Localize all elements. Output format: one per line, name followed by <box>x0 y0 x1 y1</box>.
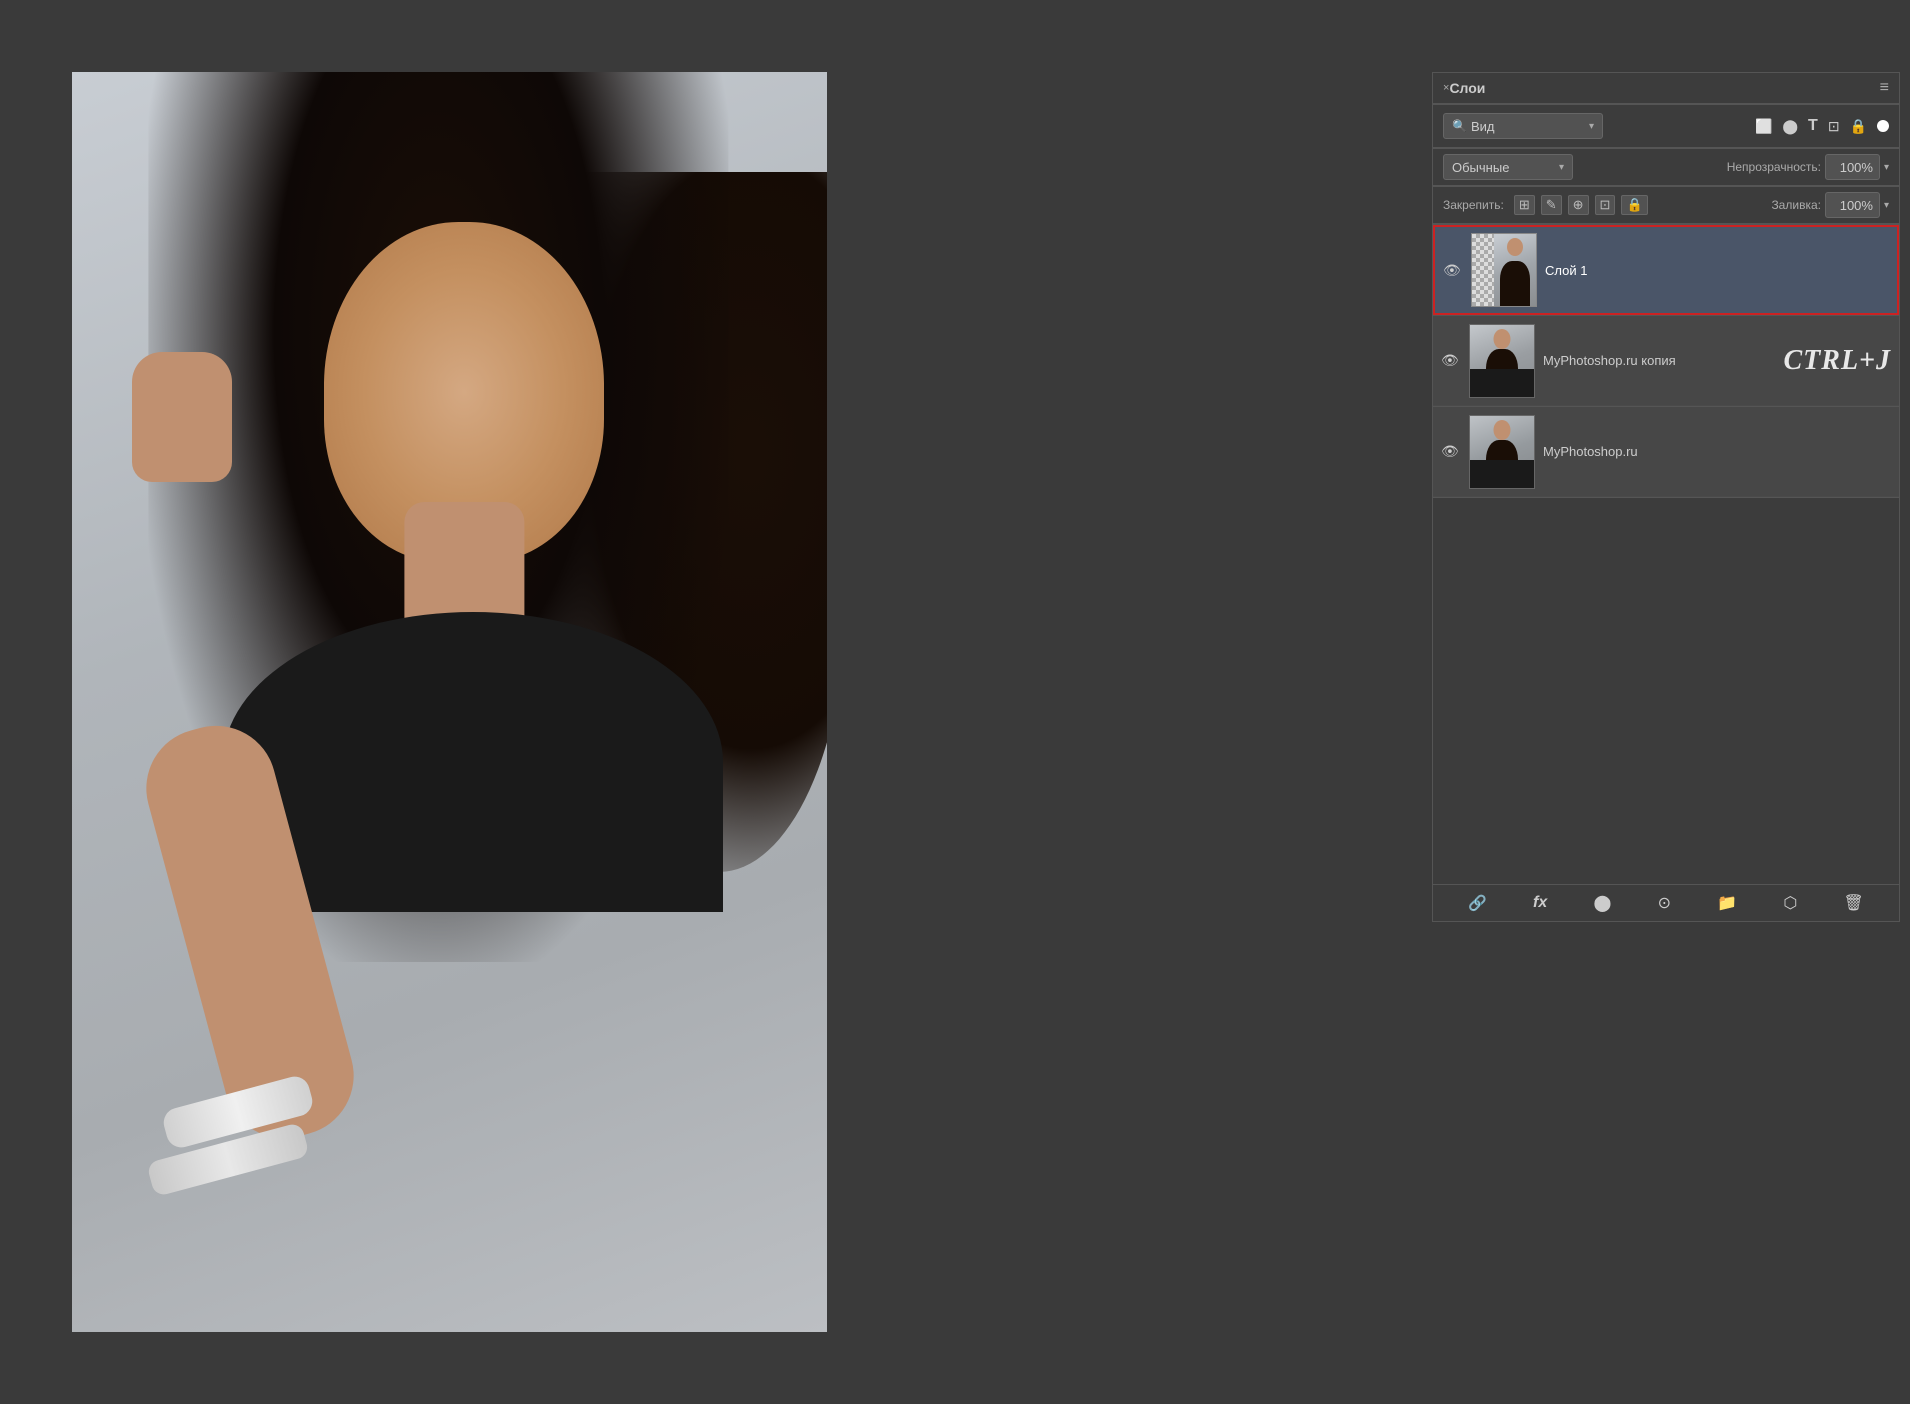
layer2-thumbnail <box>1469 324 1535 398</box>
delete-layer-button[interactable]: 🗑 <box>1844 893 1864 913</box>
blend-mode-dropdown[interactable]: Обычные ▾ <box>1443 154 1573 180</box>
lock-brush-btn[interactable]: ✎ <box>1541 195 1562 215</box>
lock-label: Закрепить: <box>1443 198 1504 212</box>
thumb2-clothing <box>1470 369 1534 396</box>
opacity-label: Непрозрачность: <box>1727 160 1821 174</box>
hand <box>132 352 232 482</box>
lock-pixels-btn[interactable]: ⊞ <box>1514 195 1535 215</box>
fill-value[interactable]: 100% <box>1825 192 1880 218</box>
layer-item-1[interactable]: 👁 Слой 1 <box>1433 225 1899 315</box>
panel-menu-icon[interactable]: ≡ <box>1880 79 1889 97</box>
layer3-thumbnail <box>1469 415 1535 489</box>
canvas-image <box>72 72 827 1332</box>
filter-icon-adjustment[interactable]: ⬤ <box>1782 118 1798 135</box>
layer2-name: MyPhotoshop.ru копия <box>1543 353 1775 368</box>
filter-icon-image[interactable]: ⬜ <box>1755 118 1772 135</box>
filter-icon-shape[interactable]: ⊡ <box>1828 118 1840 135</box>
fill-label: Заливка: <box>1771 198 1821 212</box>
filter-icons: ⬜ ⬤ T ⊡ 🔒 <box>1755 117 1889 135</box>
view-dropdown-label: Вид <box>1471 119 1495 134</box>
thumb-figure <box>1500 261 1530 306</box>
filter-row: 🔍 Вид ▾ ⬜ ⬤ T ⊡ 🔒 <box>1433 105 1899 148</box>
thumb-photo-area <box>1494 234 1536 306</box>
canvas-area <box>72 72 827 1332</box>
layer3-name: MyPhotoshop.ru <box>1543 444 1891 459</box>
app-layout: × Слои ≡ 🔍 Вид ▾ ⬜ ⬤ T ⊡ 🔒 <box>0 0 1910 1404</box>
lock-artboard-btn[interactable]: ⊡ <box>1595 195 1616 215</box>
search-icon: 🔍 <box>1452 119 1467 133</box>
ctrl-j-shortcut-label: CTRL+J <box>1783 345 1891 377</box>
layers-spacer <box>1433 498 1899 921</box>
blend-mode-arrow: ▾ <box>1559 162 1564 173</box>
blend-opacity-row: Обычные ▾ Непрозрачность: 100% ▾ <box>1433 149 1899 186</box>
layer2-visibility-toggle[interactable]: 👁 <box>1441 352 1461 369</box>
lock-icons: ⊞ ✎ ⊕ ⊡ 🔒 <box>1514 195 1648 215</box>
adjustment-layer-button[interactable]: ⊙ <box>1658 893 1671 913</box>
filter-icon-text[interactable]: T <box>1808 117 1818 135</box>
thumb3-clothing <box>1470 460 1534 487</box>
view-dropdown[interactable]: 🔍 Вид ▾ <box>1443 113 1603 139</box>
thumb2-face <box>1494 329 1511 349</box>
layer-item-3[interactable]: 👁 MyPhotoshop.ru <box>1433 407 1899 497</box>
link-layers-button[interactable]: 🔗 <box>1468 894 1487 912</box>
lock-fill-row: Закрепить: ⊞ ✎ ⊕ ⊡ 🔒 Заливка: 100% ▾ <box>1433 187 1899 224</box>
layer1-thumbnail <box>1471 233 1537 307</box>
lock-move-btn[interactable]: ⊕ <box>1568 195 1589 215</box>
opacity-arrow[interactable]: ▾ <box>1884 162 1889 173</box>
layer1-name: Слой 1 <box>1545 263 1889 278</box>
panel-header: × Слои ≡ <box>1433 73 1899 104</box>
fx-button[interactable]: fx <box>1533 894 1547 912</box>
panel-bottom-toolbar: 🔗 fx ⬤ ⊙ 📁 ⬡ 🗑 <box>1433 884 1899 921</box>
view-dropdown-arrow: ▾ <box>1589 121 1594 132</box>
blend-mode-label: Обычные <box>1452 160 1509 175</box>
layer3-visibility-toggle[interactable]: 👁 <box>1441 443 1461 460</box>
fill-control: Заливка: 100% ▾ <box>1771 192 1889 218</box>
layer-item-2[interactable]: 👁 MyPhotoshop.ru копия CTRL+J <box>1433 316 1899 406</box>
thumb-face <box>1507 238 1523 256</box>
layers-panel: × Слои ≡ 🔍 Вид ▾ ⬜ ⬤ T ⊡ 🔒 <box>1432 72 1900 922</box>
new-group-button[interactable]: 📁 <box>1717 893 1737 913</box>
fill-arrow[interactable]: ▾ <box>1884 200 1889 211</box>
filter-toggle[interactable] <box>1877 120 1889 132</box>
opacity-control: Непрозрачность: 100% ▾ <box>1727 154 1889 180</box>
add-mask-button[interactable]: ⬤ <box>1593 893 1611 913</box>
filter-icon-smart[interactable]: 🔒 <box>1850 118 1867 135</box>
panel-title: Слои <box>1449 80 1485 96</box>
thumb3-face <box>1494 420 1511 440</box>
opacity-value[interactable]: 100% <box>1825 154 1880 180</box>
new-layer-button[interactable]: ⬡ <box>1783 893 1797 913</box>
layer1-visibility-toggle[interactable]: 👁 <box>1443 262 1463 279</box>
lock-all-btn[interactable]: 🔒 <box>1621 195 1647 215</box>
